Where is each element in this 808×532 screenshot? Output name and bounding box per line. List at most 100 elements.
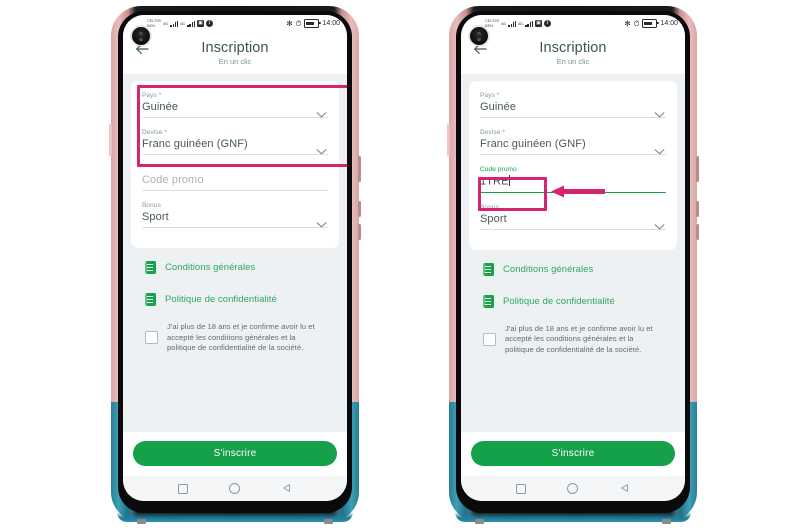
volume-down-button[interactable]: [696, 224, 699, 240]
field-devise-label: Devise *: [480, 129, 506, 136]
status-clock: 14:00: [322, 20, 340, 27]
field-bonus[interactable]: Bonus Sport: [480, 204, 666, 230]
submit-button[interactable]: S'inscrire: [471, 441, 675, 466]
field-code-promo[interactable]: Code promo 1TRE: [480, 166, 666, 193]
android-navigation-bar: [123, 476, 347, 501]
page-subtitle: En un clic: [556, 57, 590, 66]
link-conditions-generales[interactable]: Conditions générales: [483, 262, 663, 276]
battery-icon: [642, 19, 659, 28]
link-label: Politique de confidentialité: [503, 295, 615, 307]
status-clock: 14:00: [660, 20, 678, 27]
status-bar-right: ✻ ⏱ 14:00: [624, 19, 678, 29]
field-pays-label: Pays *: [480, 92, 500, 99]
network-label-2: 4G: [180, 21, 185, 26]
signal-icon-2: [187, 20, 195, 27]
link-label: Conditions générales: [165, 262, 256, 273]
chevron-down-icon[interactable]: [654, 217, 665, 229]
link-conditions-generales[interactable]: Conditions générales: [145, 261, 325, 274]
field-devise-value: Franc guinéen (GNF): [142, 138, 248, 150]
page-title: Inscription: [201, 40, 269, 56]
status-bar: CELTIIS BEN 4G 4G ▣ f ✻ ⏱ 14:00: [123, 15, 347, 32]
consent-row[interactable]: J'ai plus de 18 ans et je confirme avoir…: [483, 324, 663, 356]
status-bar: CELTIIS BEN 4G 4G ▣ f ✻ ⏱ 14:00: [461, 15, 685, 32]
document-icon: [483, 294, 494, 308]
field-code-promo[interactable]: Code promo: [142, 166, 328, 191]
app-header: Inscription En un clic: [461, 32, 685, 74]
volume-down-button[interactable]: [358, 224, 361, 240]
field-devise[interactable]: Devise * Franc guinéen (GNF): [142, 129, 328, 155]
volume-up-button[interactable]: [696, 201, 699, 217]
back-triangle-icon[interactable]: [282, 480, 292, 498]
carrier-label: CELTIIS BEN: [147, 18, 162, 28]
vibrate-icon: ▣: [534, 20, 542, 27]
field-pays[interactable]: Pays * Guinée: [480, 92, 666, 118]
chevron-down-icon[interactable]: [316, 105, 327, 118]
field-bonus-label: Bonus: [142, 202, 161, 209]
field-code-promo-value: 1TRE: [480, 175, 509, 188]
app-footer: S'inscrire: [123, 432, 347, 476]
field-code-promo-label: Code promo: [480, 166, 517, 173]
phone-screen: CELTIIS BEN 4G 4G ▣ f ✻ ⏱ 14:00 Inscript…: [123, 15, 347, 501]
left-side-button[interactable]: [447, 124, 450, 156]
chevron-down-icon[interactable]: [654, 105, 665, 118]
link-label: Politique de confidentialité: [165, 294, 277, 305]
link-politique-confidentialite[interactable]: Politique de confidentialité: [145, 293, 325, 306]
network-label-1: 4G: [501, 21, 506, 26]
phone-foot-right: [662, 519, 671, 524]
consent-checkbox[interactable]: [483, 332, 496, 346]
front-camera-punch-hole: [131, 26, 151, 46]
document-icon: [483, 262, 494, 276]
phone-foot-left: [137, 519, 146, 524]
app-body: Pays * Guinée Devise * Franc guinéen (GN…: [461, 74, 685, 432]
comparison-stage: CELTIIS BEN 4G 4G ▣ f ✻ ⏱ 14:00 Inscript…: [0, 0, 808, 532]
phone-screen: CELTIIS BEN 4G 4G ▣ f ✻ ⏱ 14:00 Inscript…: [461, 15, 685, 501]
submit-button[interactable]: S'inscrire: [133, 441, 337, 466]
power-button[interactable]: [696, 156, 699, 182]
page-title: Inscription: [539, 40, 607, 56]
phone-left: CELTIIS BEN 4G 4G ▣ f ✻ ⏱ 14:00 Inscript…: [109, 6, 361, 524]
phone-frame-bottom-edge: [455, 512, 691, 522]
document-icon: [145, 261, 156, 274]
app-header: Inscription En un clic: [123, 32, 347, 74]
phone-foot-right: [324, 519, 333, 524]
status-bar-left: CELTIIS BEN 4G 4G ▣ f: [147, 18, 213, 28]
link-label: Conditions générales: [503, 263, 594, 275]
signal-icon-1: [170, 20, 179, 27]
document-icon: [145, 293, 156, 306]
home-circle-icon[interactable]: [567, 483, 579, 494]
signal-icon-2: [525, 20, 533, 27]
field-bonus[interactable]: Bonus Sport: [142, 202, 328, 228]
carrier-label: CELTIIS BEN: [485, 18, 500, 28]
field-code-promo-placeholder: Code promo: [142, 174, 204, 186]
left-side-button[interactable]: [109, 124, 112, 156]
link-politique-confidentialite[interactable]: Politique de confidentialité: [483, 294, 663, 308]
legal-links: Conditions générales Politique de confid…: [131, 248, 339, 354]
field-bonus-label: Bonus: [480, 203, 499, 211]
recents-square-icon[interactable]: [177, 483, 188, 494]
consent-checkbox[interactable]: [145, 331, 158, 345]
app-body: Pays * Guinée Devise * Franc guinéen (GN…: [123, 74, 347, 432]
volume-up-button[interactable]: [358, 201, 361, 217]
power-button[interactable]: [358, 156, 361, 182]
field-devise[interactable]: Devise * Franc guinéen (GNF): [480, 129, 666, 155]
alarm-icon: ⏱: [633, 18, 640, 28]
signal-icon-1: [508, 20, 517, 27]
status-bar-right: ✻ ⏱ 14:00: [286, 19, 340, 29]
chevron-down-icon[interactable]: [316, 215, 327, 228]
chevron-down-icon[interactable]: [316, 142, 327, 155]
consent-row[interactable]: J'ai plus de 18 ans et je confirme avoir…: [145, 322, 325, 354]
registration-form-card: Pays * Guinée Devise * Franc guinéen (GN…: [469, 81, 677, 250]
field-pays-value: Guinée: [480, 101, 517, 113]
bluetooth-icon: ✻: [286, 19, 293, 28]
chevron-down-icon[interactable]: [654, 142, 665, 155]
field-code-promo-value-wrap: 1TRE: [480, 175, 666, 188]
field-pays-value: Guinée: [142, 101, 179, 113]
home-circle-icon[interactable]: [229, 483, 241, 494]
recents-square-icon[interactable]: [515, 483, 526, 494]
field-pays[interactable]: Pays * Guinée: [142, 92, 328, 118]
field-devise-label: Devise *: [142, 129, 168, 136]
facebook-icon: f: [205, 20, 213, 27]
bluetooth-icon: ✻: [624, 19, 631, 28]
back-triangle-icon[interactable]: [620, 480, 630, 498]
legal-links: Conditions générales Politique de confid…: [469, 250, 677, 356]
